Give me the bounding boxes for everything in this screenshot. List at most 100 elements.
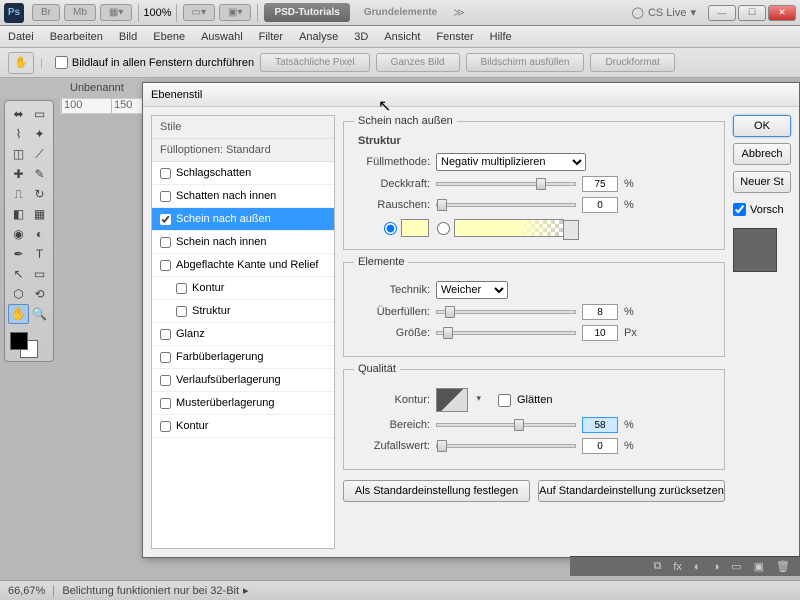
mb-button[interactable]: Mb (64, 4, 96, 21)
dialog-title[interactable]: Ebenenstil (143, 83, 799, 107)
adjust-icon[interactable]: ◑ (713, 561, 720, 573)
preview-check[interactable]: Vorsch (733, 203, 791, 216)
link-icon[interactable]: ⧉ (653, 560, 661, 573)
glow-color-swatch[interactable] (401, 219, 429, 237)
new-layer-icon[interactable]: ▣ (754, 560, 764, 573)
pill-fit-screen[interactable]: Ganzes Bild (376, 53, 460, 72)
style-checkbox[interactable] (160, 191, 171, 202)
style-item[interactable]: Glanz (152, 323, 334, 346)
fx-icon[interactable]: fx (673, 561, 682, 573)
noise-slider[interactable] (436, 203, 576, 207)
layout-button[interactable]: ▦▾ (100, 4, 132, 21)
menu-hilfe[interactable]: Hilfe (490, 31, 512, 43)
range-slider[interactable] (436, 423, 576, 427)
style-item[interactable]: Schatten nach innen (152, 185, 334, 208)
jitter-input[interactable] (582, 438, 618, 454)
style-checkbox[interactable] (160, 214, 171, 225)
close-button[interactable]: ✕ (768, 5, 796, 21)
style-item[interactable]: Schein nach außen (152, 208, 334, 231)
style-item[interactable]: Struktur (152, 300, 334, 323)
dodge-tool[interactable]: ◐ (29, 224, 50, 244)
screen-button[interactable]: ▣▾ (219, 4, 251, 21)
heal-tool[interactable]: ✚ (8, 164, 29, 184)
style-checkbox[interactable] (176, 283, 187, 294)
cancel-button[interactable]: Abbrech (733, 143, 791, 165)
style-checkbox[interactable] (160, 375, 171, 386)
workspace-tab-2[interactable]: Grundelemente (354, 3, 447, 22)
shape-tool[interactable]: ▭ (29, 264, 50, 284)
minimize-button[interactable]: — (708, 5, 736, 21)
pill-fill-screen[interactable]: Bildschirm ausfüllen (466, 53, 585, 72)
size-slider[interactable] (436, 331, 576, 335)
style-checkbox[interactable] (160, 398, 171, 409)
hand-tool-icon[interactable]: ✋ (8, 52, 34, 74)
fill-options-header[interactable]: Fülloptionen: Standard (152, 139, 334, 162)
style-checkbox[interactable] (160, 260, 171, 271)
trash-icon[interactable]: 🗑 (776, 560, 790, 573)
chevron-right-icon[interactable]: ≫ (453, 6, 465, 19)
style-item[interactable]: Kontur (152, 277, 334, 300)
glow-gradient-swatch[interactable] (454, 219, 564, 237)
style-item[interactable]: Abgeflachte Kante und Relief (152, 254, 334, 277)
fill-mode-select[interactable]: Negativ multiplizieren (436, 153, 586, 171)
pill-print-size[interactable]: Druckformat (590, 53, 674, 72)
menu-ansicht[interactable]: Ansicht (384, 31, 420, 43)
menu-analyse[interactable]: Analyse (299, 31, 338, 43)
antialias-check[interactable] (498, 394, 511, 407)
wand-tool[interactable]: ✦ (29, 124, 50, 144)
color-swatches[interactable] (8, 330, 50, 358)
view-button[interactable]: ▭▾ (183, 4, 215, 21)
menu-datei[interactable]: Datei (8, 31, 34, 43)
path-tool[interactable]: ↖ (8, 264, 29, 284)
spread-input[interactable] (582, 304, 618, 320)
eraser-tool[interactable]: ◧ (8, 204, 29, 224)
type-tool[interactable]: T (29, 244, 50, 264)
3d-camera-tool[interactable]: ⟲ (29, 284, 50, 304)
style-checkbox[interactable] (160, 329, 171, 340)
pill-actual-pixels[interactable]: Tatsächliche Pixel (260, 53, 369, 72)
reset-default-button[interactable]: Auf Standardeinstellung zurücksetzen (538, 480, 725, 502)
make-default-button[interactable]: Als Standardeinstellung festlegen (343, 480, 530, 502)
move-tool[interactable]: ⬌ (8, 104, 29, 124)
size-input[interactable] (582, 325, 618, 341)
style-item[interactable]: Schein nach innen (152, 231, 334, 254)
chevron-right-icon[interactable]: ▸ (243, 584, 249, 597)
jitter-slider[interactable] (436, 444, 576, 448)
gradient-tool[interactable]: ▦ (29, 204, 50, 224)
zoom-tool[interactable]: 🔍 (29, 304, 50, 324)
menu-ebene[interactable]: Ebene (153, 31, 185, 43)
crop-tool[interactable]: ◫ (8, 144, 29, 164)
menu-fenster[interactable]: Fenster (436, 31, 473, 43)
menu-3d[interactable]: 3D (354, 31, 368, 43)
hand-tool[interactable]: ✋ (8, 304, 29, 324)
cs-live-label[interactable]: CS Live (648, 7, 687, 19)
marquee-tool[interactable]: ▭ (29, 104, 50, 124)
blur-tool[interactable]: ◉ (8, 224, 29, 244)
ok-button[interactable]: OK (733, 115, 791, 137)
styles-header[interactable]: Stile (152, 116, 334, 139)
style-item[interactable]: Schlagschatten (152, 162, 334, 185)
status-zoom[interactable]: 66,67% (8, 585, 54, 597)
new-style-button[interactable]: Neuer St (733, 171, 791, 193)
br-button[interactable]: Br (32, 4, 60, 21)
style-item[interactable]: Farbüberlagerung (152, 346, 334, 369)
style-checkbox[interactable] (160, 237, 171, 248)
foreground-swatch[interactable] (10, 332, 28, 350)
gradient-radio[interactable] (437, 222, 450, 235)
solid-color-radio[interactable] (384, 222, 397, 235)
opacity-input[interactable] (582, 176, 618, 192)
maximize-button[interactable]: ☐ (738, 5, 766, 21)
style-item[interactable]: Verlaufsüberlagerung (152, 369, 334, 392)
style-checkbox[interactable] (160, 168, 171, 179)
contour-picker[interactable] (436, 388, 468, 412)
history-brush-tool[interactable]: ↻ (29, 184, 50, 204)
3d-tool[interactable]: ⬡ (8, 284, 29, 304)
style-checkbox[interactable] (176, 306, 187, 317)
range-input[interactable] (582, 417, 618, 433)
menu-bearbeiten[interactable]: Bearbeiten (50, 31, 103, 43)
mask-icon[interactable]: ◐ (694, 561, 701, 573)
noise-input[interactable] (582, 197, 618, 213)
style-checkbox[interactable] (160, 352, 171, 363)
brush-tool[interactable]: ✎ (29, 164, 50, 184)
spread-slider[interactable] (436, 310, 576, 314)
